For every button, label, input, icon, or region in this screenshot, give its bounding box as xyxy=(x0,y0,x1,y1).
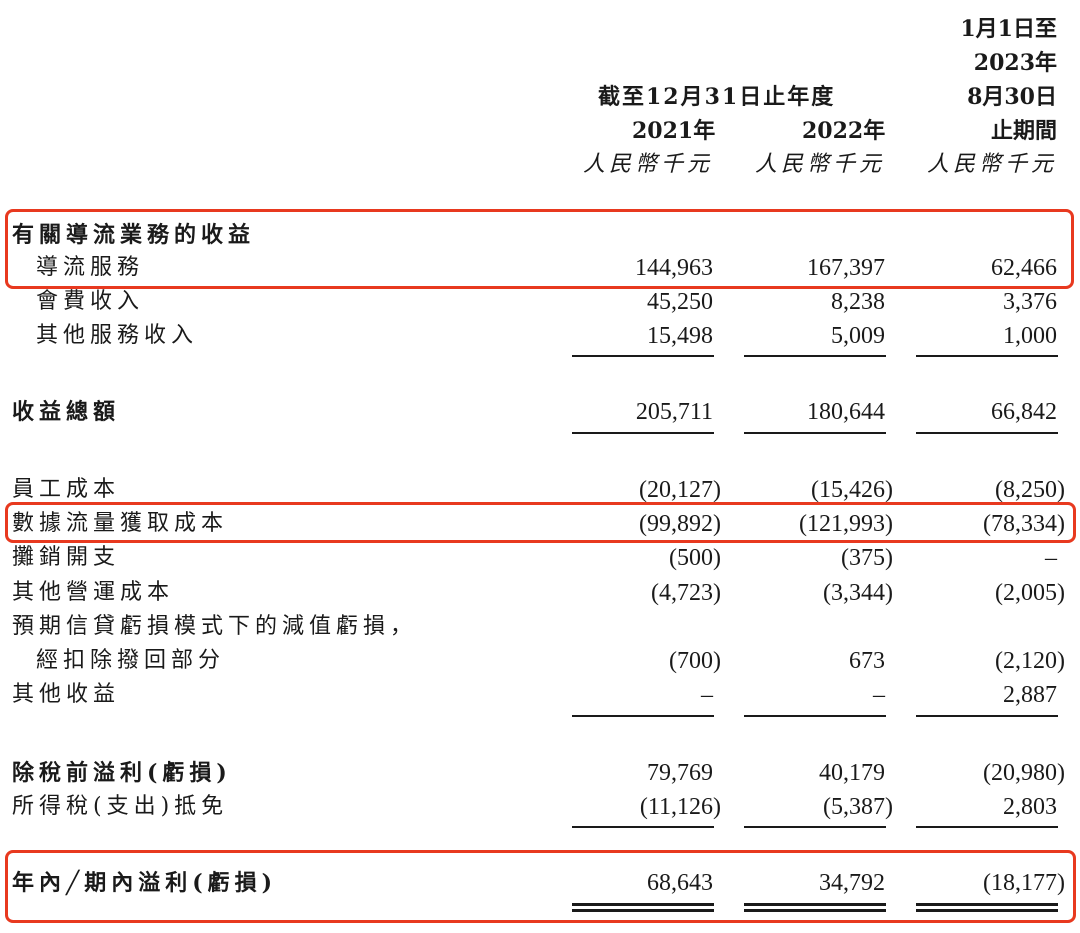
fiscal-year-group-header: 截至12月31日止年度 xyxy=(598,84,836,110)
cell-other-income-2023: 2,887 xyxy=(1003,682,1057,708)
cell-membership-2023: 3,376 xyxy=(1003,289,1057,315)
cell-other-income-2022: – xyxy=(873,682,885,708)
period3-header-line1: 1月1日至 xyxy=(960,16,1057,42)
cell-amortization-2021: (500) xyxy=(669,545,721,571)
currency-label-1: 人民幣千元 xyxy=(582,152,713,177)
cell-ecl-2022: 673 xyxy=(849,648,885,674)
currency-label-3: 人民幣千元 xyxy=(926,152,1057,177)
cell-total-revenue-2022: 180,644 xyxy=(807,399,885,425)
row-label-amortization: 攤銷開支 xyxy=(12,545,121,570)
cell-amortization-2022: (375) xyxy=(841,545,893,571)
highlight-box-revenue xyxy=(5,209,1074,289)
cell-other-service-2023: 1,000 xyxy=(1003,323,1057,349)
cell-other-service-2022: 5,009 xyxy=(831,323,885,349)
cell-tax-2021: (11,126) xyxy=(639,794,721,820)
subtotal-rule-1 xyxy=(572,355,714,357)
row-label-other-income: 其他收益 xyxy=(12,682,121,707)
cell-staff-cost-2021: (20,127) xyxy=(639,477,721,503)
cell-pbt-2023: (20,980) xyxy=(983,760,1065,786)
cell-other-operating-2022: (3,344) xyxy=(823,580,893,606)
highlight-box-traffic-cost xyxy=(5,502,1076,543)
cell-pbt-2021: 79,769 xyxy=(647,760,713,786)
cell-pbt-2022: 40,179 xyxy=(819,760,885,786)
cell-total-revenue-2021: 205,711 xyxy=(635,399,713,425)
cell-amortization-2023: – xyxy=(1045,545,1057,571)
subtotal-rule-9 xyxy=(916,826,1058,828)
cell-membership-2022: 8,238 xyxy=(831,289,885,315)
total-rule-2 xyxy=(744,432,886,434)
row-label-ecl-line1: 預期信貸虧損模式下的減值虧損， xyxy=(12,614,418,639)
cell-tax-2022: (5,387) xyxy=(823,794,893,820)
total-rule-1 xyxy=(572,432,714,434)
row-label-ecl-line2: 經扣除撥回部分 xyxy=(36,648,226,673)
period3-header-line2: 2023年 xyxy=(973,50,1057,76)
subtotal-rule-4 xyxy=(572,715,714,717)
cell-other-income-2021: – xyxy=(701,682,713,708)
cell-staff-cost-2022: (15,426) xyxy=(811,477,893,503)
row-label-membership: 會費收入 xyxy=(36,289,145,314)
cell-staff-cost-2023: (8,250) xyxy=(995,477,1065,503)
cell-membership-2021: 45,250 xyxy=(647,289,713,315)
highlight-box-net-profit xyxy=(5,850,1076,923)
row-label-income-tax: 所得稅(支出)抵免 xyxy=(12,794,229,819)
cell-ecl-2023: (2,120) xyxy=(995,648,1065,674)
cell-other-operating-2023: (2,005) xyxy=(995,580,1065,606)
year-2021-header: 2021年 xyxy=(632,118,716,144)
income-statement: 1月1日至 2023年 8月30日 止期間 截至12月31日止年度 2021年 … xyxy=(0,0,1080,933)
currency-label-2: 人民幣千元 xyxy=(754,152,885,177)
total-rule-3 xyxy=(916,432,1058,434)
row-label-other-service: 其他服務收入 xyxy=(36,323,199,348)
year-2022-header: 2022年 xyxy=(802,118,886,144)
row-label-staff-cost: 員工成本 xyxy=(12,477,121,502)
subtotal-rule-7 xyxy=(572,826,714,828)
cell-tax-2023: 2,803 xyxy=(1003,794,1057,820)
subtotal-rule-3 xyxy=(916,355,1058,357)
subtotal-rule-6 xyxy=(916,715,1058,717)
subtotal-rule-2 xyxy=(744,355,886,357)
row-label-profit-before-tax: 除稅前溢利(虧損) xyxy=(12,760,232,786)
cell-other-service-2021: 15,498 xyxy=(647,323,713,349)
row-label-total-revenue: 收益總額 xyxy=(12,399,121,425)
row-label-other-operating: 其他營運成本 xyxy=(12,580,175,605)
subtotal-rule-8 xyxy=(744,826,886,828)
cell-total-revenue-2023: 66,842 xyxy=(991,399,1057,425)
subtotal-rule-5 xyxy=(744,715,886,717)
cell-ecl-2021: (700) xyxy=(669,648,721,674)
cell-other-operating-2021: (4,723) xyxy=(651,580,721,606)
